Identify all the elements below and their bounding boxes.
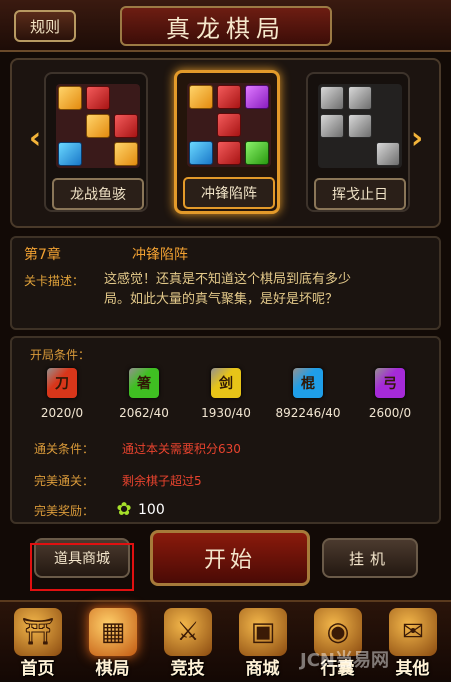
start-button[interactable]: 开始 bbox=[150, 530, 310, 586]
piece-count: 1930/40 bbox=[201, 406, 251, 420]
stage-label: 冲锋陷阵 bbox=[183, 177, 275, 209]
nav-item-3[interactable]: ▣ 商城 bbox=[225, 602, 300, 682]
orange-piece bbox=[189, 85, 213, 109]
watermark: JCN当易网 bbox=[300, 650, 389, 671]
description-line: 这感觉！还真是不知道这个棋局到底有多少 bbox=[104, 272, 352, 287]
red-piece bbox=[217, 85, 241, 109]
purple-piece bbox=[245, 85, 269, 109]
nav-item-0[interactable]: ⛩ 首页 bbox=[0, 602, 75, 682]
red-piece bbox=[217, 113, 241, 137]
clear-condition-text: 通过本关需要积分630 bbox=[122, 442, 241, 456]
chessboard-icon: ▦ bbox=[89, 608, 137, 656]
red-piece bbox=[217, 141, 241, 165]
open-condition-label: 开局条件： bbox=[30, 348, 91, 362]
auto-play-button[interactable]: 挂机 bbox=[322, 538, 418, 578]
piece-count: 2020/0 bbox=[40, 406, 84, 420]
nav-label: 棋局 bbox=[95, 659, 130, 679]
nav-item-2[interactable]: ⚔ 竞技 bbox=[150, 602, 225, 682]
rules-button[interactable]: 规则 bbox=[14, 10, 76, 42]
piece-gem-icon: 刀 bbox=[47, 368, 77, 398]
blue-piece bbox=[58, 142, 82, 166]
qi-flame-icon: ✿ bbox=[116, 498, 132, 520]
nav-item-1[interactable]: ▦ 棋局 bbox=[75, 602, 150, 682]
empty-cell bbox=[348, 142, 372, 166]
nav-label: 首页 bbox=[20, 659, 55, 679]
gray-piece bbox=[320, 114, 344, 138]
stage-card-2-selected[interactable]: 冲锋陷阵 bbox=[174, 70, 280, 214]
empty-cell bbox=[86, 142, 110, 166]
highlight-box bbox=[30, 543, 134, 591]
stage-card-1[interactable]: 龙战鱼骇 bbox=[44, 72, 148, 212]
conditions-box: 开局条件： 刀 2020/0 箸 2062/40 剑 1930/40 棍 892246/40 弓… bbox=[10, 336, 441, 524]
stage-info-box: 第7章 冲锋陷阵 关卡描述： 这感觉！还真是不知道这个棋局到底有多少 局。如此大… bbox=[10, 236, 441, 330]
piece-gem-icon: 箸 bbox=[129, 368, 159, 398]
clear-condition-label: 通关条件： bbox=[34, 442, 95, 456]
piece-count: 892246/40 bbox=[275, 406, 341, 420]
empty-cell bbox=[189, 113, 213, 137]
description-text: 这感觉！还真是不知道这个棋局到底有多少 局。如此大量的真气聚集，是好是坏呢？ bbox=[104, 270, 424, 310]
reward-value: 100 bbox=[138, 502, 165, 518]
perfect-clear-label: 完美通关： bbox=[34, 474, 95, 488]
chapter-number: 第7章 bbox=[24, 247, 61, 263]
red-piece bbox=[86, 86, 110, 110]
stage-board bbox=[187, 83, 271, 167]
piece-count: 2600/0 bbox=[368, 406, 412, 420]
nav-label: 竞技 bbox=[170, 659, 205, 679]
orange-piece bbox=[114, 142, 138, 166]
stage-label: 挥戈止日 bbox=[314, 178, 406, 210]
red-piece bbox=[114, 114, 138, 138]
perfect-reward-label: 完美奖励： bbox=[34, 504, 95, 518]
description-line: 局。如此大量的真气聚集，是好是坏呢？ bbox=[104, 292, 339, 307]
orange-piece bbox=[86, 114, 110, 138]
perfect-clear-text: 剩余棋子超过5 bbox=[122, 474, 202, 488]
scroll-icon: ✉ bbox=[389, 608, 437, 656]
gray-piece bbox=[348, 86, 372, 110]
gray-piece bbox=[320, 86, 344, 110]
crossed-swords-icon: ⚔ bbox=[164, 608, 212, 656]
piece-gem-icon: 棍 bbox=[293, 368, 323, 398]
page-title: 真龙棋局 bbox=[120, 6, 332, 46]
piece-count: 2062/40 bbox=[119, 406, 169, 420]
orange-piece bbox=[58, 86, 82, 110]
stage-board bbox=[56, 84, 140, 168]
description-label: 关卡描述： bbox=[24, 274, 85, 288]
stage-name: 冲锋陷阵 bbox=[132, 247, 188, 263]
green-piece bbox=[245, 141, 269, 165]
treasure-chest-icon: ▣ bbox=[239, 608, 287, 656]
blue-piece bbox=[189, 141, 213, 165]
empty-cell bbox=[320, 142, 344, 166]
nav-label: 商城 bbox=[245, 659, 280, 679]
stage-board bbox=[318, 84, 402, 168]
chevron-left-icon[interactable]: ‹ bbox=[24, 118, 46, 158]
piece-gem-icon: 弓 bbox=[375, 368, 405, 398]
empty-cell bbox=[376, 86, 400, 110]
stage-card-3[interactable]: 挥戈止日 bbox=[306, 72, 410, 212]
palace-icon: ⛩ bbox=[14, 608, 62, 656]
piece-gem-icon: 剑 bbox=[211, 368, 241, 398]
empty-cell bbox=[245, 113, 269, 137]
empty-cell bbox=[114, 86, 138, 110]
empty-cell bbox=[58, 114, 82, 138]
gray-piece bbox=[348, 114, 372, 138]
stage-label: 龙战鱼骇 bbox=[52, 178, 144, 210]
empty-cell bbox=[376, 114, 400, 138]
gray-piece bbox=[376, 142, 400, 166]
